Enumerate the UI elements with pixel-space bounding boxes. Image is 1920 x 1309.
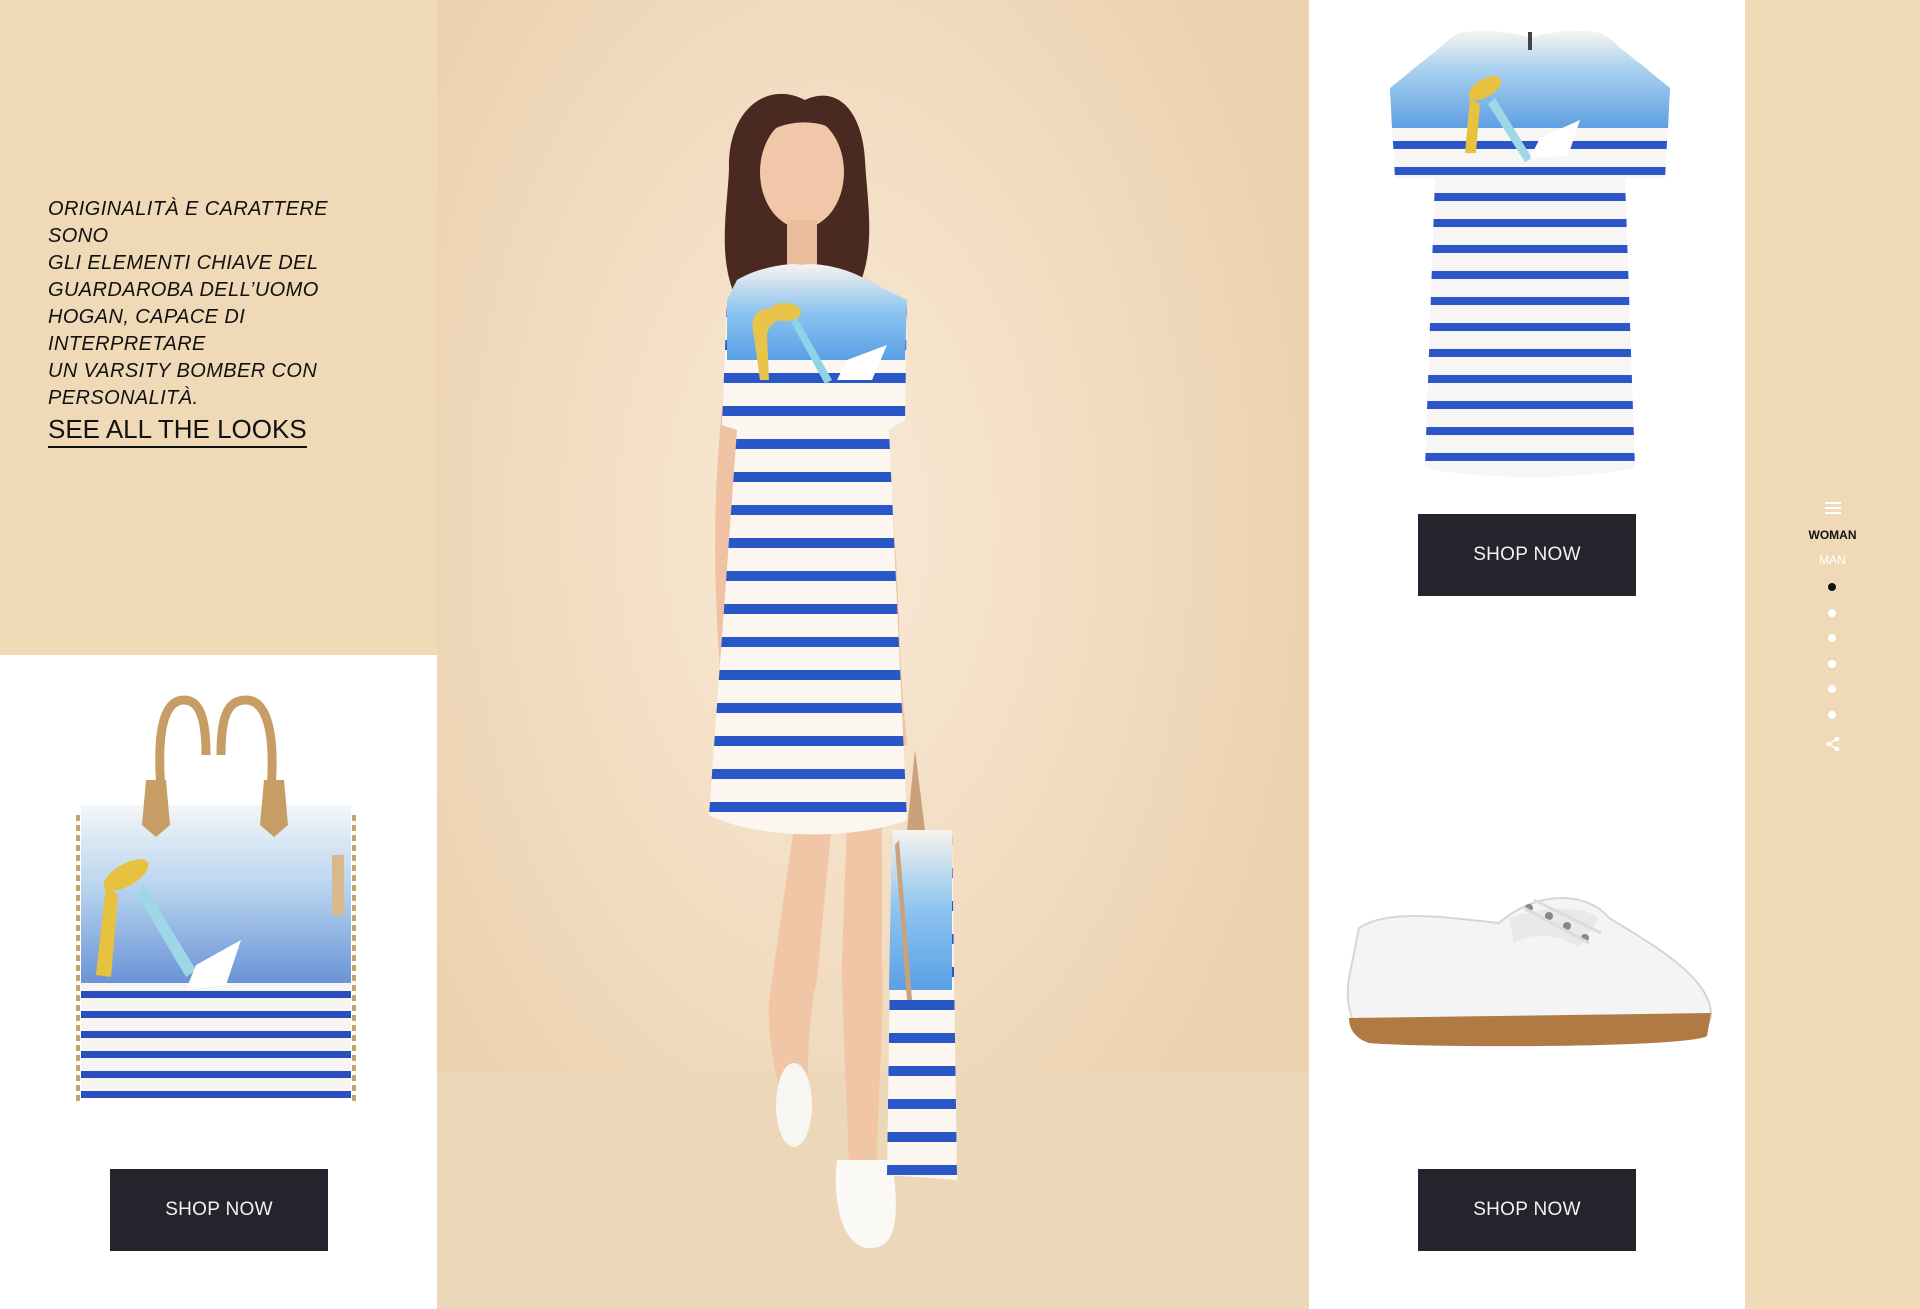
intro-line: HOGAN, CAPACE DI INTERPRETARE <box>48 306 246 355</box>
slide-dot-6[interactable] <box>1828 711 1836 719</box>
intro-line: ORIGINALITÀ E CARATTERE SONO <box>48 198 328 247</box>
side-navigation: WOMAN MAN <box>1745 0 1920 1309</box>
dress-product-image[interactable] <box>1380 28 1680 498</box>
slide-dot-2[interactable] <box>1828 609 1836 617</box>
bag-product-image[interactable] <box>66 685 366 1155</box>
shop-now-button-bag[interactable]: SHOP NOW <box>110 1169 328 1251</box>
right-product-panel: SHOP NOW SHOP NOW <box>1309 0 1745 1309</box>
model-photo <box>437 0 1309 1309</box>
shop-now-button-shoe[interactable]: SHOP NOW <box>1418 1169 1636 1251</box>
nav-man[interactable]: MAN <box>1745 553 1920 567</box>
intro-line: GLI ELEMENTI CHIAVE DEL <box>48 252 319 274</box>
shop-now-button-dress[interactable]: SHOP NOW <box>1418 514 1636 596</box>
nav-woman[interactable]: WOMAN <box>1745 528 1920 542</box>
slide-dot-5[interactable] <box>1828 685 1836 693</box>
slide-dot-4[interactable] <box>1828 660 1836 668</box>
bag-product-panel: SHOP NOW <box>0 655 437 1309</box>
shoe-product-image[interactable] <box>1339 888 1719 1088</box>
intro-line: UN VARSITY BOMBER CON <box>48 360 318 382</box>
intro-text: ORIGINALITÀ E CARATTERE SONO GLI ELEMENT… <box>48 196 388 412</box>
intro-line: GUARDAROBA DELL’UOMO <box>48 279 319 301</box>
slide-dot-3[interactable] <box>1828 634 1836 642</box>
intro-line: PERSONALITÀ. <box>48 387 199 409</box>
see-all-looks-link[interactable]: SEE ALL THE LOOKS <box>48 414 307 448</box>
model-illustration <box>709 93 957 1249</box>
hamburger-icon[interactable] <box>1825 502 1841 514</box>
slide-dot-1[interactable] <box>1828 583 1836 591</box>
share-icon[interactable] <box>1826 736 1840 752</box>
